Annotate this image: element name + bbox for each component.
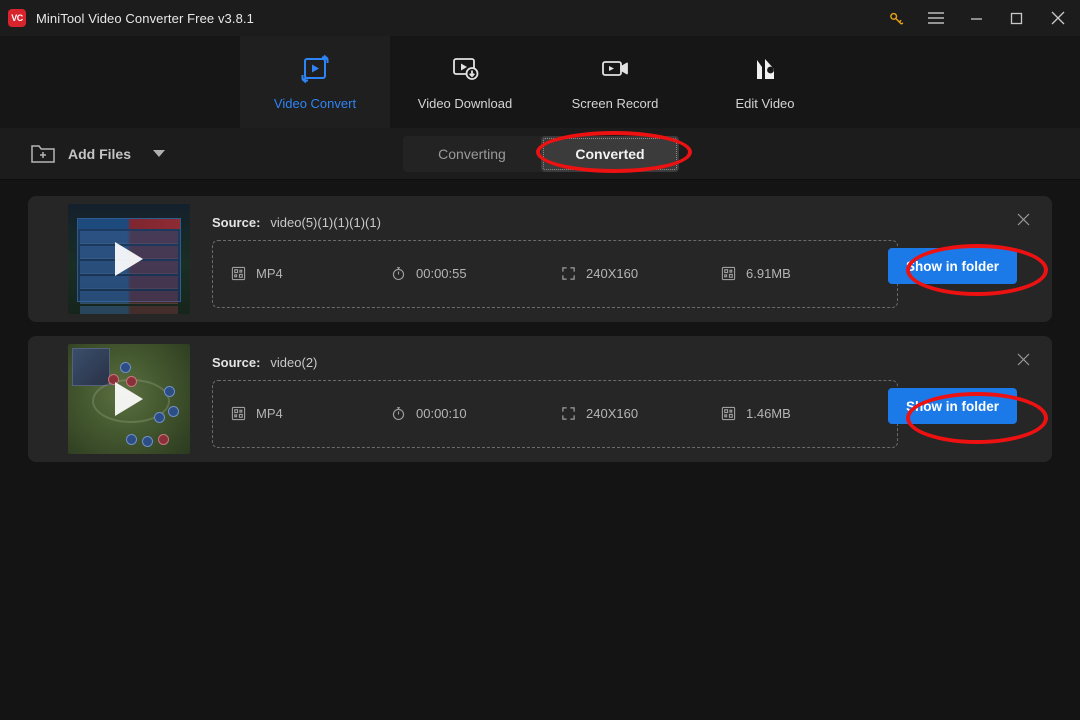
folder-plus-icon <box>30 143 56 165</box>
remove-row-icon[interactable] <box>1014 210 1032 228</box>
toolbar: Add Files Converting Converted <box>0 128 1080 180</box>
table-row[interactable]: Source: video(5)(1)(1)(1)(1) MP4 00:00:5… <box>28 196 1052 322</box>
menu-icon[interactable] <box>916 0 956 36</box>
nav-item-label: Edit Video <box>735 95 795 111</box>
video-convert-icon <box>298 54 332 84</box>
format-icon <box>231 406 246 421</box>
video-download-icon <box>448 54 482 84</box>
duration-value: 00:00:10 <box>416 406 467 421</box>
screen-record-icon <box>598 54 632 84</box>
source-name: video(5)(1)(1)(1)(1) <box>270 214 381 230</box>
source-label: Source: <box>212 354 261 370</box>
nav-left-spacer <box>0 36 240 128</box>
title-bar: VC MiniTool Video Converter Free v3.8.1 <box>0 0 1080 36</box>
stopwatch-icon <box>391 406 406 421</box>
close-icon[interactable] <box>1036 0 1080 36</box>
play-icon[interactable] <box>115 242 143 276</box>
nav-item-video-download[interactable]: Video Download <box>390 36 540 128</box>
remove-row-icon[interactable] <box>1014 350 1032 368</box>
tab-converting[interactable]: Converting <box>403 136 541 172</box>
status-tabs: Converting Converted <box>403 136 679 172</box>
duration-value: 00:00:55 <box>416 266 467 281</box>
nav-item-label: Video Convert <box>273 95 357 111</box>
meta-duration: 00:00:55 <box>391 266 561 281</box>
nav-item-screen-record[interactable]: Screen Record <box>540 36 690 128</box>
play-icon[interactable] <box>115 382 143 416</box>
nav-item-label: Screen Record <box>571 95 659 111</box>
add-files-button[interactable]: Add Files <box>30 143 166 165</box>
meta-filesize: 6.91MB <box>721 266 871 281</box>
meta-resolution: 240X160 <box>561 406 721 421</box>
filesize-value: 1.46MB <box>746 406 791 421</box>
add-files-label: Add Files <box>68 145 132 162</box>
resolution-value: 240X160 <box>586 406 639 421</box>
source-line: Source: video(5)(1)(1)(1)(1) <box>212 215 1034 230</box>
resolution-icon <box>561 406 576 421</box>
maximize-icon[interactable] <box>996 0 1036 36</box>
edit-video-icon <box>748 54 782 84</box>
main-nav: Video Convert Video Download Screen Reco… <box>0 36 1080 128</box>
app-title: MiniTool Video Converter Free v3.8.1 <box>36 10 254 26</box>
resolution-value: 240X160 <box>586 266 639 281</box>
file-meta-box: MP4 00:00:55 240X160 6.91MB <box>212 239 898 308</box>
app-logo-text: VC <box>11 13 23 23</box>
resolution-icon <box>561 266 576 281</box>
window-controls <box>876 0 1080 36</box>
meta-format: MP4 <box>231 406 391 421</box>
filesize-icon <box>721 406 736 421</box>
format-value: MP4 <box>256 406 283 421</box>
show-in-folder-button[interactable]: Show in folder <box>888 248 1017 284</box>
filesize-value: 6.91MB <box>746 266 791 281</box>
thumbnail-art <box>72 348 110 386</box>
show-in-folder-button[interactable]: Show in folder <box>888 388 1017 424</box>
caret-down-icon[interactable] <box>153 150 166 157</box>
format-value: MP4 <box>256 266 283 281</box>
nav-item-video-convert[interactable]: Video Convert <box>240 36 390 128</box>
file-meta-box: MP4 00:00:10 240X160 1.46MB <box>212 379 898 448</box>
meta-filesize: 1.46MB <box>721 406 871 421</box>
tab-converted[interactable]: Converted <box>541 136 679 172</box>
video-thumbnail[interactable] <box>68 344 190 454</box>
converted-file-list: Source: video(5)(1)(1)(1)(1) MP4 00:00:5… <box>0 180 1080 462</box>
source-name: video(2) <box>270 354 318 370</box>
minimize-icon[interactable] <box>956 0 996 36</box>
meta-duration: 00:00:10 <box>391 406 561 421</box>
key-icon[interactable] <box>876 0 916 36</box>
source-label: Source: <box>212 214 261 230</box>
meta-resolution: 240X160 <box>561 266 721 281</box>
source-line: Source: video(2) <box>212 355 1034 370</box>
meta-format: MP4 <box>231 266 391 281</box>
nav-item-label: Video Download <box>417 95 513 111</box>
nav-item-edit-video[interactable]: Edit Video <box>690 36 840 128</box>
stopwatch-icon <box>391 266 406 281</box>
format-icon <box>231 266 246 281</box>
filesize-icon <box>721 266 736 281</box>
app-logo: VC <box>8 9 26 27</box>
table-row[interactable]: Source: video(2) MP4 00:00:10 240X160 1.… <box>28 336 1052 462</box>
video-thumbnail[interactable] <box>68 204 190 314</box>
